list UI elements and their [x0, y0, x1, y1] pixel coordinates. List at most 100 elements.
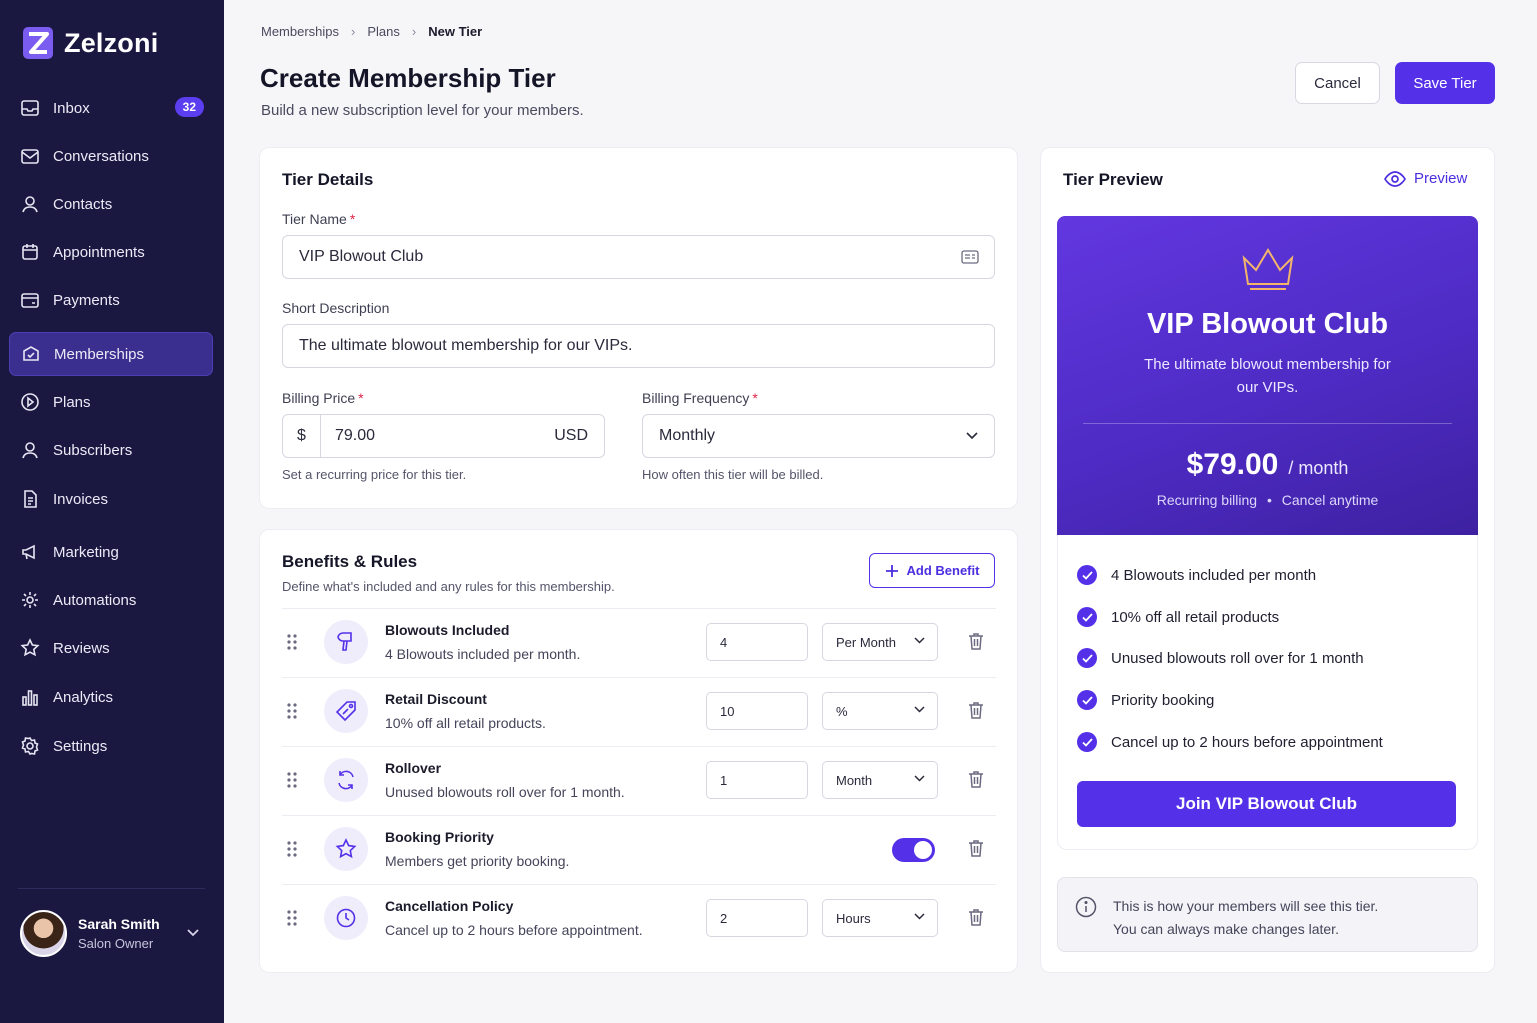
short-description-value: The ultimate blowout membership for our … — [299, 337, 633, 354]
tier-name-input[interactable]: VIP Blowout Club — [282, 235, 995, 279]
benefit-value-input[interactable]: 2 — [706, 899, 808, 937]
benefit-unit-value: Hours — [836, 910, 871, 926]
drag-handle-icon[interactable] — [287, 634, 297, 650]
benefit-value-input[interactable]: 10 — [706, 692, 808, 730]
benefit-unit-select[interactable]: Hours — [822, 899, 938, 937]
benefit-unit-value: Per Month — [836, 634, 896, 650]
contacts-icon — [20, 194, 40, 214]
sidebar-item-settings[interactable]: Settings — [9, 724, 213, 768]
trash-icon[interactable] — [968, 632, 984, 650]
sidebar-item-contacts[interactable]: Contacts — [9, 182, 213, 226]
memberships-icon — [21, 344, 41, 364]
preview-hero: VIP Blowout Club The ultimate blowout me… — [1057, 216, 1478, 535]
chevron-down-icon[interactable] — [186, 928, 200, 938]
check-circle-icon — [1077, 732, 1097, 752]
join-tier-button[interactable]: Join VIP Blowout Club — [1077, 781, 1456, 827]
user-name: Sarah Smith — [78, 916, 160, 932]
note-line-2: You can always make changes later. — [1113, 921, 1339, 937]
sidebar-item-label: Contacts — [53, 195, 113, 213]
sidebar: Zelzoni Inbox 32 Conversations Contacts … — [0, 0, 224, 1023]
benefit-title: Rollover — [385, 760, 442, 776]
sidebar-item-label: Marketing — [53, 543, 119, 561]
preview-feature-text: 10% off all retail products — [1111, 608, 1280, 626]
benefit-title: Booking Priority — [385, 829, 494, 845]
eye-icon — [1384, 170, 1406, 187]
benefit-description: Cancel up to 2 hours before appointment. — [385, 922, 643, 938]
check-circle-icon — [1077, 565, 1097, 585]
sidebar-item-analytics[interactable]: Analytics — [9, 675, 213, 719]
cancel-button[interactable]: Cancel — [1295, 62, 1380, 104]
save-tier-button[interactable]: Save Tier — [1395, 62, 1495, 104]
short-description-input[interactable]: The ultimate blowout membership for our … — [282, 324, 995, 368]
preview-period: / month — [1288, 458, 1349, 478]
avatar — [20, 910, 67, 957]
billing-frequency-value: Monthly — [659, 427, 716, 444]
sidebar-item-inbox[interactable]: Inbox 32 — [9, 86, 213, 130]
sidebar-item-memberships[interactable]: Memberships — [9, 332, 213, 376]
conversations-icon — [20, 146, 40, 166]
info-icon — [1075, 896, 1097, 918]
id-card-icon — [961, 250, 979, 264]
required-mark: * — [752, 390, 758, 406]
preview-feature: Unused blowouts roll over for 1 month — [1077, 648, 1364, 668]
sidebar-item-invoices[interactable]: Invoices — [9, 477, 213, 521]
sidebar-item-marketing[interactable]: Marketing — [9, 530, 213, 574]
benefit-unit-select[interactable]: Month — [822, 761, 938, 799]
billing-frequency-select[interactable]: Monthly — [642, 414, 995, 458]
hair-dryer-icon — [324, 620, 368, 664]
benefit-description: 4 Blowouts included per month. — [385, 646, 581, 662]
sidebar-item-conversations[interactable]: Conversations — [9, 134, 213, 178]
sidebar-item-reviews[interactable]: Reviews — [9, 626, 213, 670]
billing-price-value: 79.00 — [335, 427, 376, 444]
analytics-icon — [20, 687, 40, 707]
billing-price-input[interactable]: $ 79.00 USD — [282, 414, 605, 458]
preview-feature: Cancel up to 2 hours before appointment — [1077, 732, 1383, 752]
trash-icon[interactable] — [968, 908, 984, 926]
user-profile[interactable]: Sarah Smith Salon Owner — [20, 910, 160, 957]
refresh-icon — [324, 758, 368, 802]
sidebar-item-label: Payments — [53, 291, 120, 309]
drag-handle-icon[interactable] — [287, 703, 297, 719]
sidebar-item-payments[interactable]: Payments — [9, 278, 213, 322]
chevron-right-icon: › — [351, 24, 356, 39]
trash-icon[interactable] — [968, 839, 984, 857]
drag-handle-icon[interactable] — [287, 772, 297, 788]
chevron-down-icon — [914, 706, 925, 713]
billing-price-hint: Set a recurring price for this tier. — [282, 467, 467, 482]
note-line-1: This is how your members will see this t… — [1113, 898, 1379, 914]
sidebar-item-label: Reviews — [53, 639, 110, 657]
sidebar-item-appointments[interactable]: Appointments — [9, 230, 213, 274]
preview-meta-right: Cancel anytime — [1281, 492, 1379, 508]
drag-handle-icon[interactable] — [287, 910, 297, 926]
trash-icon[interactable] — [968, 701, 984, 719]
trash-icon[interactable] — [968, 770, 984, 788]
breadcrumb-plans[interactable]: Plans — [367, 24, 400, 39]
preview-link[interactable]: Preview — [1384, 170, 1467, 187]
billing-price-label-text: Billing Price — [282, 390, 356, 406]
benefit-unit-select[interactable]: Per Month — [822, 623, 938, 661]
plus-icon — [885, 564, 898, 577]
benefit-description: 10% off all retail products. — [385, 715, 546, 731]
chevron-down-icon — [914, 637, 925, 644]
sidebar-item-plans[interactable]: Plans — [9, 380, 213, 424]
payments-icon — [20, 290, 40, 310]
benefit-row: Booking Priority Members get priority bo… — [282, 815, 996, 884]
drag-handle-icon[interactable] — [287, 841, 297, 857]
plans-icon — [20, 392, 40, 412]
preview-info-note: This is how your members will see this t… — [1057, 877, 1478, 952]
booking-priority-toggle[interactable] — [892, 838, 935, 862]
benefit-unit-select[interactable]: % — [822, 692, 938, 730]
sidebar-item-automations[interactable]: Automations — [9, 578, 213, 622]
add-benefit-button[interactable]: Add Benefit — [869, 553, 995, 588]
chevron-down-icon — [914, 913, 925, 920]
tier-details-title: Tier Details — [282, 170, 374, 189]
benefit-value-input[interactable]: 4 — [706, 623, 808, 661]
sidebar-item-label: Conversations — [53, 147, 149, 165]
check-circle-icon — [1077, 648, 1097, 668]
benefit-value-input[interactable]: 1 — [706, 761, 808, 799]
breadcrumb-memberships[interactable]: Memberships — [261, 24, 339, 39]
sidebar-item-label: Plans — [53, 393, 91, 411]
sidebar-item-subscribers[interactable]: Subscribers — [9, 428, 213, 472]
clock-icon — [324, 896, 368, 940]
app-logo[interactable]: Zelzoni — [22, 26, 158, 60]
